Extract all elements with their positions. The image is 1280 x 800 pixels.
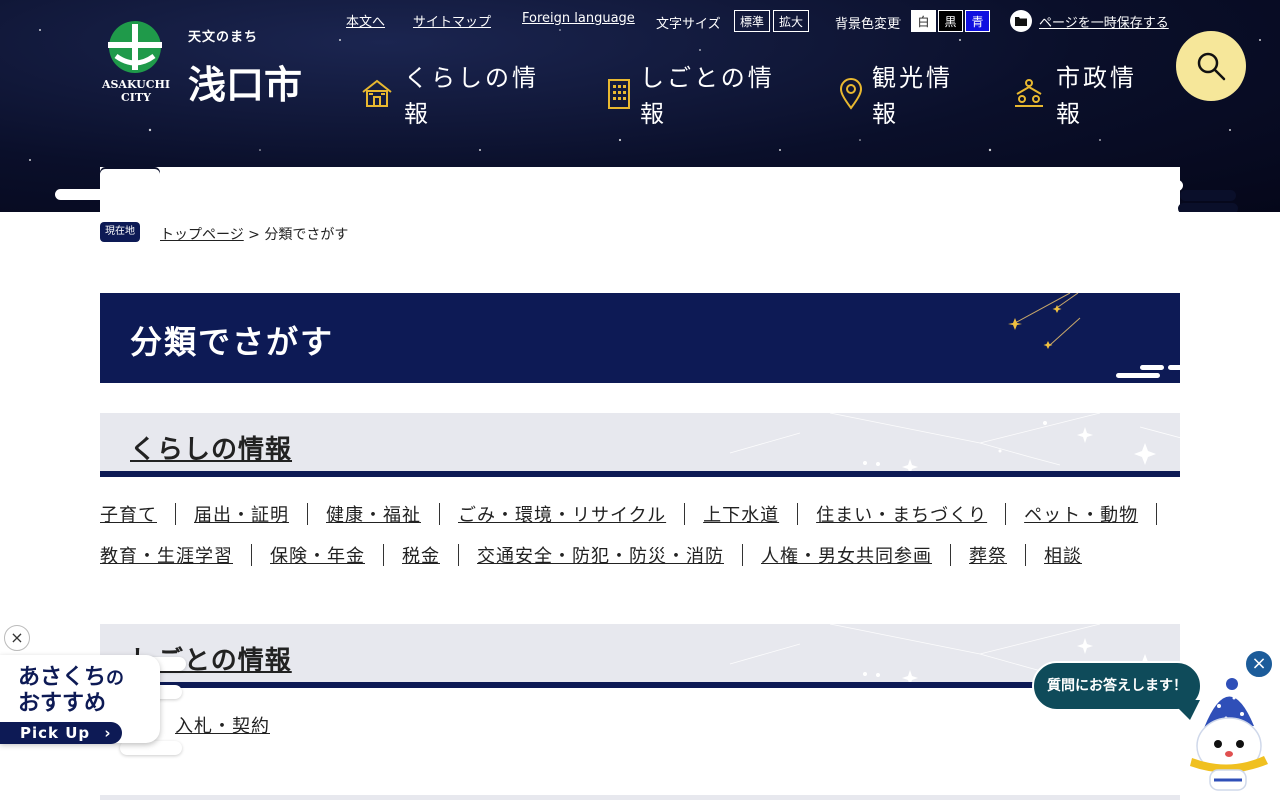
section-underline (100, 471, 1180, 477)
category-link-human-rights-gender-equality[interactable]: 人権・男女共同参画 (761, 542, 932, 568)
category-link-housing-town-planning[interactable]: 住まい・まちづくり (816, 501, 987, 527)
category-link-garbage-environment-recycle[interactable]: ごみ・環境・リサイクル (458, 501, 666, 527)
bg-color-blue-button[interactable]: 青 (965, 10, 990, 32)
gnav-city-government-label: 市政情 (1056, 64, 1137, 92)
section-underline (100, 682, 1180, 688)
logo-name: 浅口市 (188, 62, 303, 107)
utility-link-skip-to-content[interactable]: 本文へ (346, 11, 385, 30)
cloud-decoration (1180, 190, 1236, 201)
house-icon (362, 79, 392, 107)
chevron-right-icon: › (104, 724, 112, 742)
utility-link-sitemap[interactable]: サイトマップ (413, 11, 491, 30)
category-links-living: 子育て 届出・証明 健康・福祉 ごみ・環境・リサイクル 上下水道 住まい・まちづ… (100, 493, 1180, 575)
utility-link-foreign-language[interactable]: Foreign language (522, 11, 635, 26)
gnav-city-government[interactable]: 市政情 報 (1012, 60, 1137, 130)
city-hall-icon (1015, 79, 1043, 107)
gnav-tourism-label: 観光情 (872, 64, 953, 92)
cloud-decoration (1083, 180, 1183, 191)
page-title-banner: 分類でさがす (100, 293, 1180, 383)
city-emblem-icon (108, 21, 162, 73)
site-logo[interactable]: ASAKUCHI CITY 天文のまち 浅口市 (100, 20, 330, 110)
save-page-link[interactable]: ページを一時保存する (1010, 10, 1169, 32)
category-links-work: 雇用 入札・契約 (100, 704, 1180, 745)
building-icon (608, 79, 630, 109)
font-size-label: 文字サイズ (656, 17, 721, 32)
bg-color-white-button[interactable]: 白 (911, 10, 936, 32)
section-header-living: くらしの情報 (100, 413, 1180, 477)
category-link-education-lifelong-learning[interactable]: 教育・生涯学習 (100, 542, 233, 568)
search-button[interactable] (1176, 31, 1246, 101)
gnav-tourism[interactable]: 観光情 報 (834, 60, 953, 130)
cloud-decoration (120, 741, 182, 755)
breadcrumb: トップページ > 分類でさがす (160, 227, 349, 243)
pickup-card: あさくちの おすすめ Pick Up › (0, 655, 160, 744)
category-link-health-welfare[interactable]: 健康・福祉 (326, 501, 421, 527)
breadcrumb-current: 分類でさがす (264, 227, 349, 243)
shooting-star-decoration (1008, 293, 1180, 378)
map-pin-icon (839, 78, 863, 110)
breadcrumb-home-link[interactable]: トップページ (160, 227, 244, 243)
breadcrumb-current-location-badge: 現在地 (100, 222, 140, 242)
mascot-character-icon[interactable] (1184, 676, 1274, 794)
gnav-living-label: くらしの情 (404, 64, 539, 92)
gnav-living[interactable]: くらしの情 報 (360, 60, 539, 130)
next-section-header-edge (100, 795, 1180, 800)
pickup-banner[interactable]: あさくちの おすすめ Pick Up › (0, 655, 186, 755)
cloud-decoration (55, 189, 165, 200)
category-row: 雇用 入札・契約 (100, 704, 1180, 745)
category-link-notifications-certificates[interactable]: 届出・証明 (194, 501, 289, 527)
logo-english: ASAKUCHI CITY (101, 78, 171, 104)
cloud-decoration (1120, 169, 1180, 180)
chatbot-close-button[interactable]: × (1244, 649, 1274, 679)
gnav-work[interactable]: しごとの情 報 (602, 60, 775, 130)
category-link-pets-animals[interactable]: ペット・動物 (1024, 501, 1138, 527)
category-link-insurance-pension[interactable]: 保険・年金 (270, 542, 365, 568)
bg-color-black-button[interactable]: 黒 (938, 10, 963, 32)
logo-tagline: 天文のまち (188, 30, 259, 45)
font-size-standard-button[interactable]: 標準 (734, 10, 770, 32)
constellation-decoration (729, 413, 1180, 475)
gnav-work-label: しごとの情 (640, 64, 775, 92)
pickup-close-button[interactable]: × (4, 625, 30, 651)
cloud-decoration (100, 169, 160, 180)
font-size-large-button[interactable]: 拡大 (773, 10, 809, 32)
category-row: 教育・生涯学習 保険・年金 税金 交通安全・防犯・防災・消防 人権・男女共同参画… (100, 534, 1180, 575)
bg-color-label: 背景色変更 (835, 17, 901, 32)
section-header-work: しごとの情報 (100, 624, 1180, 688)
category-link-safety-disaster[interactable]: 交通安全・防犯・防災・消防 (477, 542, 724, 568)
page-title: 分類でさがす (130, 323, 335, 361)
category-link-childcare[interactable]: 子育て (100, 501, 157, 527)
site-header: ASAKUCHI CITY 天文のまち 浅口市 本文へ サイトマップ Forei… (0, 0, 1280, 212)
category-link-taxes[interactable]: 税金 (402, 542, 440, 568)
search-icon (1197, 52, 1226, 81)
pickup-button[interactable]: Pick Up › (0, 722, 122, 744)
header-bottom-panel (100, 167, 1180, 212)
category-row: 子育て 届出・証明 健康・福祉 ごみ・環境・リサイクル 上下水道 住まい・まちづ… (100, 493, 1180, 534)
category-link-funerals[interactable]: 葬祭 (969, 542, 1007, 568)
category-link-water-sewage[interactable]: 上下水道 (703, 501, 779, 527)
cloud-decoration (1178, 203, 1238, 212)
section-title-living[interactable]: くらしの情報 (130, 435, 292, 465)
folder-icon (1010, 10, 1032, 32)
category-link-bidding-contracts[interactable]: 入札・契約 (175, 712, 270, 738)
category-link-consultation[interactable]: 相談 (1044, 542, 1082, 568)
